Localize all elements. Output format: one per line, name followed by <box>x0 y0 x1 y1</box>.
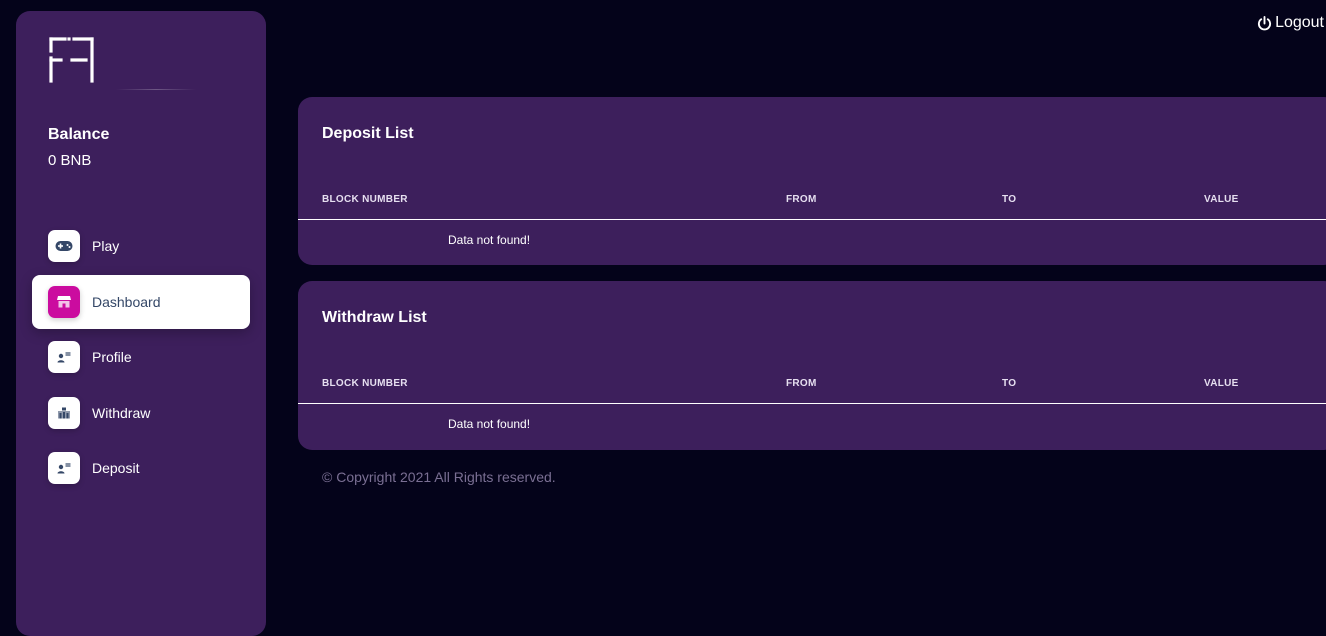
sidebar-item-label: Deposit <box>92 460 140 476</box>
user-card-icon <box>48 452 80 484</box>
sidebar-item-label: Dashboard <box>92 293 161 310</box>
sidebar-item-label: Play <box>92 238 120 254</box>
balance-value: 0 BNB <box>48 152 92 169</box>
column-header-to: TO <box>1002 194 1017 205</box>
withdraw-list-card: Withdraw List BLOCK NUMBER FROM TO VALUE… <box>298 281 1326 450</box>
shop-icon <box>48 285 80 318</box>
empty-state-message: Data not found! <box>448 417 531 431</box>
table-header-divider <box>298 219 1326 220</box>
column-header-value: VALUE <box>1204 378 1239 389</box>
column-header-from: FROM <box>786 194 817 205</box>
power-icon <box>1258 15 1272 30</box>
sidebar-item-play[interactable]: Play <box>32 219 250 273</box>
gamepad-icon <box>48 230 80 262</box>
column-header-block-number: BLOCK NUMBER <box>322 378 408 389</box>
sidebar-item-withdraw[interactable]: Withdraw <box>32 386 250 440</box>
sidebar-nav: Play Dashboard Profile Withdraw Deposit <box>32 219 250 497</box>
empty-state-message: Data not found! <box>448 233 531 247</box>
brand-logo[interactable] <box>48 36 96 84</box>
column-header-value: VALUE <box>1204 194 1239 205</box>
withdraw-list-title: Withdraw List <box>322 309 427 326</box>
column-header-to: TO <box>1002 378 1017 389</box>
logout-label: Logout <box>1275 14 1324 31</box>
footer-copyright: © Copyright 2021 All Rights reserved. <box>322 469 556 485</box>
column-header-from: FROM <box>786 378 817 389</box>
table-header-divider <box>298 403 1326 404</box>
sidebar-item-label: Withdraw <box>92 404 151 421</box>
logo-divider <box>116 89 196 90</box>
bank-icon <box>48 396 80 429</box>
deposit-list-card: Deposit List BLOCK NUMBER FROM TO VALUE … <box>298 97 1326 265</box>
sidebar-item-deposit[interactable]: Deposit <box>32 441 250 495</box>
column-header-block-number: BLOCK NUMBER <box>322 194 408 205</box>
deposit-list-title: Deposit List <box>322 125 414 142</box>
sidebar-item-profile[interactable]: Profile <box>32 330 250 384</box>
balance-title: Balance <box>48 126 110 143</box>
sidebar-item-dashboard[interactable]: Dashboard <box>32 274 250 329</box>
logout-button[interactable]: Logout <box>1257 14 1324 32</box>
sidebar: Balance 0 BNB Play Dashboard Profile Wit… <box>16 11 266 636</box>
sidebar-item-label: Profile <box>92 349 132 365</box>
user-card-icon <box>48 341 80 373</box>
